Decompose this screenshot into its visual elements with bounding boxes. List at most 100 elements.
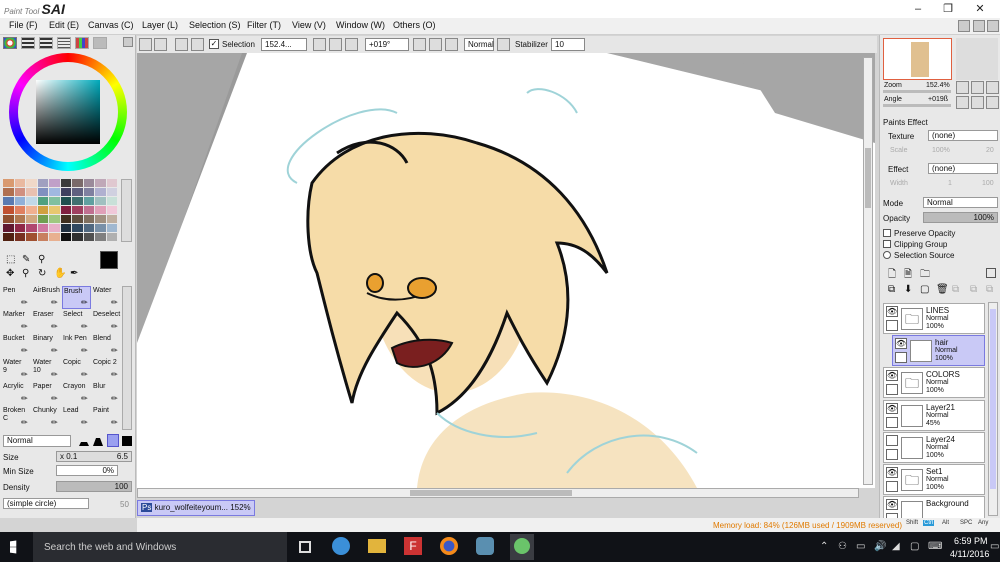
- lasso-icon[interactable]: ✎: [22, 254, 30, 265]
- selection-checkbox[interactable]: ✓: [209, 39, 219, 49]
- color-swatch[interactable]: [83, 215, 94, 223]
- color-swatch[interactable]: [49, 224, 60, 232]
- file-explorer-icon[interactable]: [368, 539, 386, 553]
- layer-scroll-thumb[interactable]: [990, 309, 996, 489]
- color-swatch[interactable]: [49, 233, 60, 241]
- color-swatch[interactable]: [37, 233, 48, 241]
- action-center-icon[interactable]: ▢: [910, 541, 919, 552]
- visibility-eye-icon[interactable]: [886, 434, 898, 446]
- nav-zoom-slider[interactable]: [883, 90, 951, 93]
- new-layer-icon[interactable]: 🗋: [888, 267, 896, 284]
- color-swatch[interactable]: [26, 215, 37, 223]
- canvas-hscrollbar[interactable]: [137, 488, 859, 498]
- color-swatch[interactable]: [83, 188, 94, 196]
- artwork-canvas[interactable]: [137, 53, 875, 488]
- clock-time[interactable]: 6:59 PM: [954, 536, 988, 546]
- invert-selection-icon[interactable]: [191, 38, 204, 51]
- color-wheel[interactable]: [9, 53, 127, 171]
- windows-start-icon[interactable]: [10, 540, 17, 554]
- primary-color[interactable]: [100, 251, 118, 269]
- zoom-in-icon[interactable]: [329, 38, 342, 51]
- color-swatch[interactable]: [14, 197, 25, 205]
- min-size-slider[interactable]: 0%: [56, 465, 118, 476]
- color-swatches[interactable]: [3, 179, 119, 242]
- panel-minimize-icon[interactable]: [958, 20, 970, 32]
- firefox-icon[interactable]: [440, 537, 458, 555]
- zoom-icon[interactable]: ⚲: [22, 268, 29, 279]
- visibility-eye-icon[interactable]: 👁: [886, 306, 898, 317]
- color-swatch[interactable]: [95, 188, 106, 196]
- color-swatch[interactable]: [95, 215, 106, 223]
- rgb-slider-tab-icon[interactable]: [21, 37, 35, 49]
- color-swatch[interactable]: [83, 197, 94, 205]
- color-swatch[interactable]: [60, 206, 71, 214]
- color-swatch[interactable]: [49, 188, 60, 196]
- move-icon[interactable]: ✥: [6, 268, 14, 279]
- hsv-slider-tab-icon[interactable]: [39, 37, 53, 49]
- layer-mode-select[interactable]: Normal: [923, 197, 998, 208]
- color-swatch[interactable]: [37, 188, 48, 196]
- color-swatch[interactable]: [72, 179, 83, 187]
- document-tab[interactable]: Ps kuro_wolfeiteyoum... 152%: [137, 500, 255, 516]
- layer-row-hair[interactable]: 👁 hair Normal 100%: [892, 335, 985, 367]
- color-swatch[interactable]: [37, 206, 48, 214]
- color-swatch[interactable]: [106, 179, 117, 187]
- color-swatch[interactable]: [26, 188, 37, 196]
- swatch-scrollbar[interactable]: [121, 179, 132, 242]
- color-swatch[interactable]: [37, 215, 48, 223]
- layer-row-layer24[interactable]: Layer24 Normal 100%: [883, 431, 985, 463]
- color-swatch[interactable]: [3, 224, 14, 232]
- layer-lock-icon[interactable]: [886, 384, 898, 396]
- search-box[interactable]: Search the web and Windows: [33, 532, 287, 562]
- color-swatch[interactable]: [49, 197, 60, 205]
- layer-row-layer21[interactable]: 👁 Layer21 Normal 45%: [883, 399, 985, 431]
- color-swatch[interactable]: [83, 233, 94, 241]
- menu-layer[interactable]: Layer (L): [142, 20, 178, 30]
- color-swatch[interactable]: [95, 197, 106, 205]
- color-swatch[interactable]: [14, 188, 25, 196]
- redo-icon[interactable]: [154, 38, 167, 51]
- color-swatch[interactable]: [83, 224, 94, 232]
- color-swatch[interactable]: [60, 179, 71, 187]
- nav-zoom-fit-icon[interactable]: [986, 81, 999, 94]
- menu-selection[interactable]: Selection (S): [189, 20, 241, 30]
- layer-row-set1[interactable]: 👁 🗀 Set1 Normal 100%: [883, 464, 985, 495]
- visibility-eye-icon[interactable]: 👁: [886, 499, 898, 511]
- merge-down-icon[interactable]: ⬇: [904, 284, 912, 295]
- menu-file[interactable]: File (F): [9, 20, 38, 30]
- undo-icon[interactable]: [139, 38, 152, 51]
- canvas-vscrollbar[interactable]: [863, 57, 873, 485]
- color-swatch[interactable]: [49, 215, 60, 223]
- color-swatch[interactable]: [14, 233, 25, 241]
- notifications-icon[interactable]: ▭: [990, 541, 999, 552]
- network-icon[interactable]: ◢: [892, 541, 900, 552]
- size-slider[interactable]: x 0.1 6.5: [56, 451, 132, 462]
- copy-layer-icon[interactable]: ⧉: [888, 284, 895, 295]
- nav-rotate-right-icon[interactable]: [971, 96, 984, 109]
- clear-layer-icon[interactable]: ▢: [920, 284, 929, 295]
- visibility-eye-icon[interactable]: 👁: [886, 467, 898, 478]
- nav-zoom-in-icon[interactable]: [971, 81, 984, 94]
- color-swatch[interactable]: [72, 233, 83, 241]
- minimize-icon[interactable]: –: [904, 0, 932, 18]
- deselect-icon[interactable]: [175, 38, 188, 51]
- new-folder-icon[interactable]: 🗀: [920, 267, 930, 284]
- tool-scrollbar[interactable]: [122, 286, 132, 430]
- color-swatch[interactable]: [37, 224, 48, 232]
- canvas-vscroll-thumb[interactable]: [865, 148, 871, 208]
- tray-apps-icon[interactable]: ⚇: [838, 541, 847, 552]
- menu-canvas[interactable]: Canvas (C): [88, 20, 134, 30]
- color-swatch[interactable]: [14, 206, 25, 214]
- stabilizer-field[interactable]: 10: [551, 38, 585, 51]
- color-swatch[interactable]: [3, 188, 14, 196]
- color-swatch[interactable]: [37, 179, 48, 187]
- steam-icon[interactable]: [476, 537, 494, 555]
- rect-select-icon[interactable]: ⬚: [6, 254, 15, 265]
- nav-zoom-out-icon[interactable]: [956, 81, 969, 94]
- nav-angle-slider[interactable]: [883, 104, 951, 107]
- restore-icon[interactable]: ❐: [934, 0, 962, 18]
- color-swatch[interactable]: [14, 179, 25, 187]
- volume-icon[interactable]: 🔊: [874, 541, 886, 552]
- color-swatch[interactable]: [60, 215, 71, 223]
- layer-lock-icon[interactable]: [886, 481, 898, 492]
